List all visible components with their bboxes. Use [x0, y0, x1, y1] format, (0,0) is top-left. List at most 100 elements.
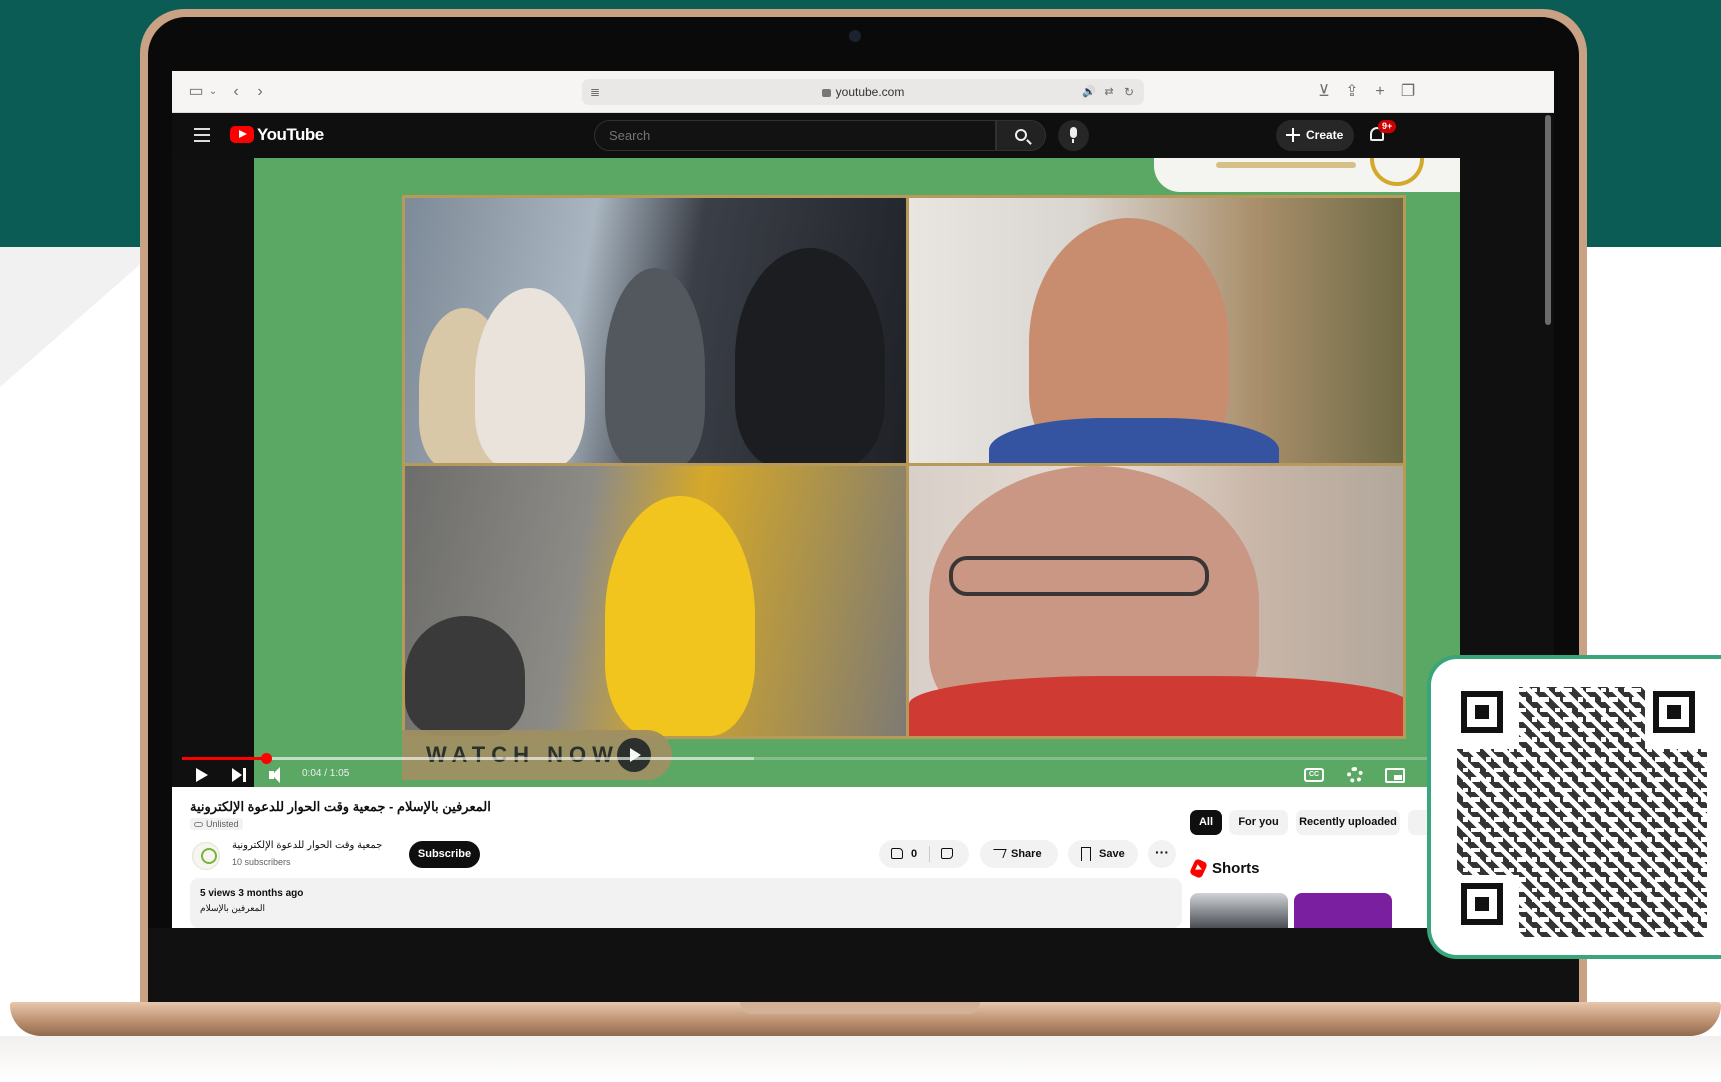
voice-search-button[interactable]	[1058, 120, 1089, 151]
video-frame: WATCH NOW	[254, 158, 1460, 787]
visibility-badge: Unlisted	[190, 818, 243, 830]
subscriber-count: 10 subscribers	[232, 857, 291, 867]
qr-code[interactable]	[1457, 687, 1707, 937]
save-button[interactable]: Save	[1068, 840, 1138, 868]
volume-icon[interactable]	[269, 765, 287, 785]
save-label: Save	[1099, 848, 1125, 860]
video-panel-man	[906, 195, 1406, 467]
more-actions-button[interactable]: ···	[1148, 840, 1176, 868]
address-bar[interactable]: ≣ youtube.com 🔊 ⇄ ↻	[582, 79, 1144, 105]
watch-info: المعرفين بالإسلام - جمعية وقت الحوار للد…	[172, 787, 1554, 928]
video-panel-woman	[402, 463, 910, 739]
tabs-overview-icon[interactable]: ❐	[1400, 82, 1416, 102]
figure-red-shirt	[909, 676, 1403, 736]
background-wedge	[0, 247, 160, 387]
new-tab-icon[interactable]: +	[1372, 82, 1388, 102]
search-input[interactable]	[594, 120, 996, 151]
like-dislike-group: 0	[879, 840, 969, 868]
gear-icon[interactable]	[1347, 767, 1363, 783]
scrubber-handle[interactable]	[260, 753, 272, 764]
back-icon[interactable]: ‹	[230, 82, 242, 102]
miniplayer-icon[interactable]	[1385, 768, 1405, 783]
menu-icon[interactable]	[194, 128, 210, 142]
figure-young-man	[605, 268, 705, 464]
bookmark-icon	[1081, 847, 1091, 861]
figure-yellow-hijab	[605, 496, 755, 736]
like-icon[interactable]	[891, 848, 903, 859]
youtube-wordmark[interactable]: YouTube	[257, 125, 324, 145]
like-count: 0	[911, 848, 918, 860]
qr-code-card	[1427, 655, 1721, 959]
lock-icon	[821, 89, 831, 97]
figure-dark-cloth	[405, 616, 525, 736]
video-player[interactable]: WATCH NOW 0:04 / 1:05 CC	[172, 158, 1554, 787]
video-panel-elder	[906, 463, 1406, 739]
chip-for-you[interactable]: For you	[1229, 810, 1288, 835]
shorts-heading: Shorts	[1212, 860, 1260, 877]
microphone-icon	[1070, 127, 1077, 143]
background-floor	[0, 1036, 1721, 1082]
video-watermark-logo	[1154, 158, 1460, 192]
url-text: youtube.com	[835, 85, 905, 99]
link-icon	[194, 822, 203, 827]
watermark-lettering	[1216, 162, 1356, 168]
video-title: المعرفين بالإسلام - جمعية وقت الحوار للد…	[190, 799, 491, 814]
chip-recently-uploaded[interactable]: Recently uploaded	[1296, 810, 1400, 835]
channel-name[interactable]: جمعية وقت الحوار للدعوة الإلكترونية	[232, 840, 382, 851]
laptop-notch	[740, 1002, 980, 1014]
subscribe-button[interactable]: Subscribe	[409, 841, 480, 868]
progress-bar[interactable]	[182, 753, 1544, 764]
translate-icon[interactable]: ⇄	[1102, 82, 1116, 102]
chip-all[interactable]: All	[1190, 810, 1222, 835]
webcam	[849, 30, 861, 42]
video-panel-family	[402, 195, 910, 467]
visibility-label: Unlisted	[206, 819, 239, 829]
youtube-logo-icon[interactable]	[230, 126, 254, 143]
watch-now-overlay[interactable]: WATCH NOW	[402, 730, 672, 780]
description-text: المعرفين بالإسلام	[200, 903, 265, 913]
download-icon[interactable]: ⊻	[1316, 82, 1332, 102]
address-url: youtube.com	[582, 79, 1144, 105]
share-arrow-icon	[990, 849, 1007, 858]
audio-icon[interactable]: 🔊	[1082, 82, 1096, 102]
figure-elder	[475, 288, 585, 464]
figure-shirt	[989, 418, 1279, 464]
watermark-emblem	[1370, 158, 1424, 186]
browser-toolbar: ▭ ⌄ ‹ › ≣ youtube.com 🔊 ⇄ ↻ ⊻ ⇪ + ❐	[172, 71, 1554, 113]
play-circle-icon	[617, 738, 651, 772]
play-icon[interactable]	[194, 765, 208, 785]
time-display: 0:04 / 1:05	[302, 768, 350, 779]
short-thumbnail[interactable]	[1294, 893, 1392, 928]
search-button[interactable]	[996, 120, 1046, 151]
qr-finder-pattern	[1461, 883, 1503, 925]
share-button[interactable]: Share	[980, 840, 1058, 868]
laptop-chin	[148, 928, 1579, 1004]
chevron-down-icon[interactable]: ⌄	[208, 82, 218, 102]
dislike-icon[interactable]	[941, 848, 953, 859]
reload-icon[interactable]: ↻	[1122, 82, 1136, 102]
create-button[interactable]: Create	[1276, 120, 1354, 151]
glasses-icon	[949, 556, 1209, 596]
view-stats: 5 views 3 months ago	[200, 888, 304, 899]
shorts-icon	[1189, 858, 1208, 879]
captions-icon[interactable]: CC	[1304, 768, 1324, 782]
page-scrollbar[interactable]	[1545, 115, 1551, 325]
plus-icon	[1286, 128, 1300, 142]
search-icon	[1015, 129, 1027, 141]
notification-badge: 9+	[1378, 120, 1397, 133]
qr-finder-pattern	[1461, 691, 1503, 733]
description-box[interactable]: 5 views 3 months ago المعرفين بالإسلام	[190, 878, 1182, 928]
progress-played	[182, 757, 266, 760]
channel-avatar[interactable]	[192, 842, 220, 870]
watch-now-label: WATCH NOW	[426, 742, 619, 767]
short-thumbnail[interactable]	[1190, 893, 1288, 928]
share-label: Share	[1011, 848, 1042, 860]
like-divider	[929, 846, 930, 862]
youtube-header: YouTube Create 9+	[172, 113, 1554, 158]
forward-icon[interactable]: ›	[254, 82, 266, 102]
share-icon[interactable]: ⇪	[1344, 82, 1360, 102]
sidebar-toggle-icon[interactable]: ▭	[188, 82, 204, 102]
qr-finder-pattern	[1653, 691, 1695, 733]
next-icon[interactable]	[232, 765, 248, 785]
laptop-screen: ▭ ⌄ ‹ › ≣ youtube.com 🔊 ⇄ ↻ ⊻ ⇪ + ❐ YouT…	[172, 71, 1554, 928]
